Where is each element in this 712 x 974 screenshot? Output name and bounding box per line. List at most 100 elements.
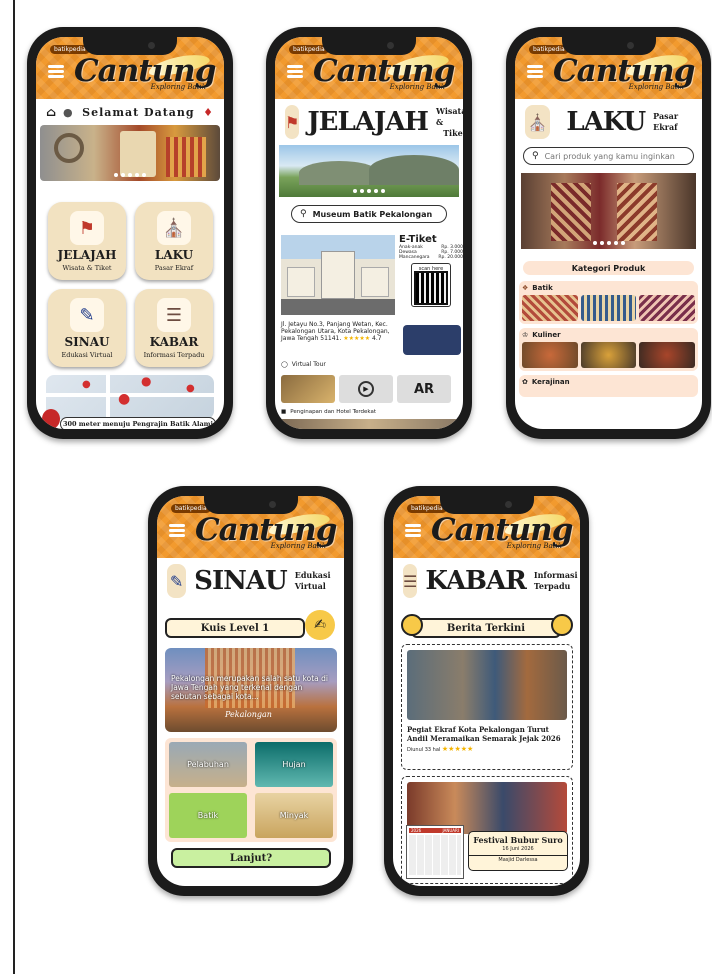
option-batik[interactable]: Batik <box>169 793 247 838</box>
question-text: Pekalongan merupakan salah satu kota di … <box>171 674 328 701</box>
hamburger-menu-icon[interactable] <box>169 524 185 537</box>
tour-thumb[interactable] <box>281 375 335 403</box>
subtitle-line: Wisata & <box>435 105 463 127</box>
section-title: Berita Terkini <box>411 618 561 638</box>
landscape-banner[interactable] <box>279 145 459 197</box>
product-thumb[interactable] <box>580 295 637 321</box>
hotel-icon: ■ <box>281 409 287 415</box>
map-pin-icon[interactable]: ● <box>118 391 130 407</box>
search-value: Museum Batik Pekalongan <box>312 209 433 219</box>
home-icon[interactable]: ⌂ <box>46 105 57 119</box>
mini-map[interactable] <box>403 325 461 355</box>
play-icon: ▶ <box>358 381 374 397</box>
play-video-button[interactable]: ▶ <box>339 375 393 403</box>
carousel-dots[interactable] <box>592 241 625 245</box>
tile-sublabel: Pasar Ekraf <box>154 264 194 272</box>
map-pin-icon[interactable]: ● <box>82 379 91 390</box>
welcome-text: Selamat Datang <box>82 105 195 119</box>
search-icon: ⚲ <box>532 151 539 161</box>
screen-sinau: batikpedia Cantung Exploring Batik ✎ SIN… <box>157 496 344 886</box>
calendar-header: 2026 JANUARI <box>409 828 461 833</box>
tile-label: LAKU <box>154 248 194 262</box>
carousel-dots[interactable] <box>114 173 146 177</box>
quiz-icon: ✍ <box>305 610 335 640</box>
option-minyak[interactable]: Minyak <box>255 793 333 838</box>
next-button[interactable]: Lanjut? <box>171 848 331 868</box>
product-thumb[interactable] <box>639 342 696 368</box>
hamburger-menu-icon[interactable] <box>405 524 421 537</box>
category-title: ✿ Kerajinan <box>522 378 695 386</box>
page-title: LAKU <box>566 107 646 137</box>
news-meta: Diunul 33 hal ★★★★★ <box>407 745 567 753</box>
category-kerajinan[interactable]: ✿ Kerajinan <box>519 375 698 397</box>
carousel-dots[interactable] <box>353 189 385 193</box>
news-time: Diunul 33 hal <box>407 747 441 753</box>
batik-shop-banner[interactable] <box>521 173 696 249</box>
page-header: ⚑ JELAJAH Wisata & Tiket <box>275 99 463 145</box>
page-subtitle: Informasi Terpadu <box>534 570 578 592</box>
newspaper-icon: ☰ <box>157 298 191 332</box>
map-pin-icon: ⚑ <box>285 105 300 139</box>
user-icon[interactable]: ● <box>63 106 74 119</box>
product-thumb[interactable] <box>580 342 637 368</box>
event-date: 16 Juni 2026 <box>502 846 534 852</box>
product-thumb[interactable] <box>522 295 578 321</box>
category-kuliner[interactable]: ♔ Kuliner <box>519 328 698 371</box>
category-batik[interactable]: ❖ Batik <box>519 281 698 324</box>
tile-sinau[interactable]: ✎ SINAU Edukasi Virtual <box>48 289 126 367</box>
phone-notch <box>439 496 534 514</box>
search-field[interactable]: ⚲ <box>523 147 694 165</box>
news-headline: Pegiat Ekraf Kota Pekalongan Turut Andil… <box>407 725 561 743</box>
rating-value: 4.7 <box>372 335 382 342</box>
map-pin-icon[interactable]: ● <box>186 383 195 394</box>
lodging-label: ■ Penginapan dan Hotel Terdekat <box>281 409 376 415</box>
brand-tagline: Exploring Batik <box>628 83 684 91</box>
page-header: ☰ KABAR Informasi Terpadu <box>393 558 580 604</box>
bell-icon[interactable]: ♦ <box>203 106 214 119</box>
hotel-thumbs[interactable] <box>281 419 457 429</box>
tile-jelajah[interactable]: ⚑ JELAJAH Wisata & Tiket <box>48 202 126 280</box>
batik-icon: ❖ <box>522 284 529 292</box>
news-card[interactable]: Pegiat Ekraf Kota Pekalongan Turut Andil… <box>401 644 573 770</box>
product-thumbs <box>522 295 696 321</box>
mockup-sheet: batikpedia Cantung Exploring Batik ⌂ ● S… <box>0 0 712 974</box>
rating-stars: ★★★★★ <box>343 335 371 342</box>
phone-notch <box>83 37 177 55</box>
tile-label: KABAR <box>149 335 199 349</box>
page-title: JELAJAH <box>307 107 429 137</box>
page-header: ⛪ LAKU Pasar Ekraf <box>515 99 702 145</box>
label-text: Penginapan dan Hotel Terdekat <box>290 409 377 415</box>
option-pelabuhan[interactable]: Pelabuhan <box>169 742 247 787</box>
option-hujan[interactable]: Hujan <box>255 742 333 787</box>
calendar-widget: 2026 JANUARI <box>406 825 464 879</box>
event-place: Masjid Darlessa <box>469 855 567 863</box>
event-card[interactable]: 2026 JANUARI Festival Bubur Suro 16 Juni … <box>401 776 573 884</box>
search-icon: ⚲ <box>300 209 307 219</box>
search-input[interactable] <box>544 151 685 161</box>
home-banner[interactable] <box>40 125 220 181</box>
tile-kabar[interactable]: ☰ KABAR Informasi Terpadu <box>135 289 213 367</box>
quiz-level-banner: Kuis Level 1 <box>165 618 305 638</box>
category-label: Batik <box>532 284 553 292</box>
ar-button[interactable]: AR <box>397 375 451 403</box>
museum-photo[interactable] <box>281 235 395 315</box>
product-thumb[interactable] <box>639 295 696 321</box>
qr-card[interactable]: scan here <box>411 263 451 307</box>
quiz-question-card: Pekalongan merupakan salah satu kota di … <box>165 648 337 732</box>
search-field[interactable]: ⚲ Museum Batik Pekalongan <box>291 205 447 223</box>
event-info: Festival Bubur Suro 16 Juni 2026 Masjid … <box>468 831 568 871</box>
hamburger-menu-icon[interactable] <box>48 65 64 78</box>
hamburger-menu-icon[interactable] <box>287 65 303 78</box>
bulb-icon <box>401 614 423 636</box>
tile-label: JELAJAH <box>57 248 117 262</box>
product-thumb[interactable] <box>522 342 578 368</box>
rating-stars: ★★★★★ <box>441 745 474 753</box>
hamburger-menu-icon[interactable] <box>527 65 543 78</box>
category-title: ❖ Batik <box>522 284 695 292</box>
tile-laku[interactable]: ⛪ LAKU Pasar Ekraf <box>135 202 213 280</box>
cart-stall-icon: ⛪ <box>525 105 551 139</box>
mini-map[interactable]: ● ● ● ● <box>46 375 214 419</box>
news-photo <box>407 650 567 720</box>
phone-notch <box>561 37 656 55</box>
map-pin-icon[interactable]: ● <box>141 375 151 388</box>
